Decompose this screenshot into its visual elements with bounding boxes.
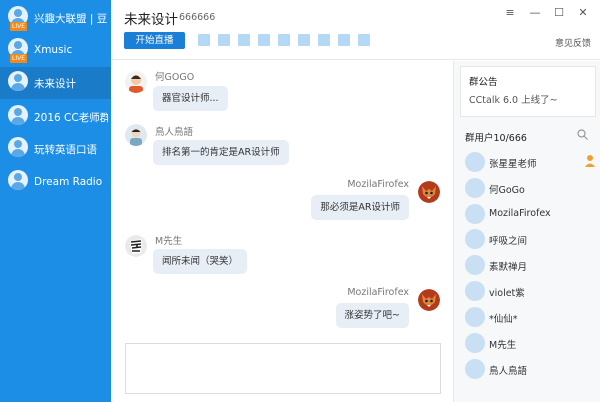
sidebar-item-label: Xmusic: [34, 44, 73, 56]
member-name: MozilaFirofex: [489, 208, 551, 219]
feedback-link[interactable]: 意见反馈: [555, 36, 591, 49]
toolbar-icon[interactable]: [298, 34, 310, 46]
member-avatar: [465, 333, 485, 353]
message-bubble: 涨姿势了吧~: [335, 303, 409, 328]
notice-title: 群公告: [469, 77, 498, 88]
sender-name: MozilaFirofex: [347, 179, 409, 190]
message-bubble: 排名第一的肯定是AR设计师: [153, 140, 289, 165]
member-item[interactable]: M先生: [465, 333, 595, 355]
toolbar-icon[interactable]: [318, 34, 330, 46]
group-panel: 群公告 CCtalk 6.0 上线了~ 群用户10/666 张星星老师 何GoG…: [453, 61, 600, 402]
sidebar-item-label: 玩转英语口语: [34, 143, 97, 156]
member-avatar: [465, 152, 485, 172]
member-name: *仙仙*: [489, 314, 518, 325]
member-avatar: [465, 178, 485, 198]
live-badge: LIVE: [10, 54, 28, 63]
member-item[interactable]: 张星星老师: [465, 152, 595, 174]
close-icon[interactable]: ✕: [576, 6, 590, 20]
member-name: M先生: [489, 340, 517, 351]
message-input[interactable]: [125, 343, 441, 394]
sender-name: 何GOGO: [155, 72, 195, 83]
toolbar-icon[interactable]: [218, 34, 230, 46]
sidebar-item-weilai-sheji[interactable]: 未来设计: [0, 67, 111, 99]
sidebar-item-label: 兴趣大联盟 | 豆...: [34, 12, 108, 25]
start-live-button[interactable]: 开始直播: [124, 32, 185, 49]
toolbar-icon[interactable]: [278, 34, 290, 46]
user-avatar[interactable]: [418, 181, 440, 203]
member-avatar: [465, 307, 485, 327]
member-item[interactable]: 素默禅月: [465, 255, 595, 277]
member-item[interactable]: violet紫: [465, 281, 595, 303]
sidebar-item-xingqu[interactable]: LIVE 兴趣大联盟 | 豆...: [0, 2, 111, 34]
group-avatar: [8, 105, 28, 125]
user-avatar[interactable]: [125, 71, 147, 93]
member-name: 张星星老师: [489, 159, 537, 170]
sidebar-item-xmusic[interactable]: LIVE Xmusic: [0, 34, 111, 66]
menu-icon[interactable]: ≡: [503, 6, 517, 20]
member-item[interactable]: *仙仙*: [465, 307, 595, 329]
member-name: 鳥人鳥語: [489, 366, 528, 377]
member-item[interactable]: 鳥人鳥語: [465, 359, 595, 381]
sender-name: M先生: [155, 236, 183, 247]
message-bubble: 闻所未闻（哭笑）: [153, 249, 248, 274]
group-avatar: [8, 137, 28, 157]
room-id: 666666: [179, 12, 216, 23]
member-name: 呼吸之间: [489, 236, 528, 247]
member-avatar: [465, 229, 485, 249]
sidebar: LIVE 兴趣大联盟 | 豆... LIVE Xmusic 未来设计 2016 …: [0, 0, 111, 402]
member-avatar: [465, 255, 485, 275]
message-bubble: 那必须是AR设计师: [311, 195, 409, 220]
member-item[interactable]: 呼吸之间: [465, 229, 595, 251]
toolbar-icon[interactable]: [198, 34, 210, 46]
member-avatar: [465, 281, 485, 301]
toolbar-icon[interactable]: [338, 34, 350, 46]
chat-header: 未来设计 666666 开始直播 ≡ — ☐ ✕ 意见反馈: [111, 0, 600, 60]
maximize-icon[interactable]: ☐: [552, 6, 566, 20]
user-avatar[interactable]: [125, 235, 147, 257]
member-item[interactable]: MozilaFirofex: [465, 204, 595, 226]
toolbar-icon[interactable]: [238, 34, 250, 46]
sidebar-item-label: 2016 CC老师群: [34, 111, 108, 124]
group-notice[interactable]: 群公告 CCtalk 6.0 上线了~: [460, 66, 596, 117]
sidebar-item-dream-radio[interactable]: Dream Radio: [0, 166, 111, 198]
group-avatar: [8, 71, 28, 91]
page-title: 未来设计: [124, 12, 178, 28]
member-name: violet紫: [489, 288, 525, 299]
sidebar-item-label: 未来设计: [34, 77, 76, 90]
sidebar-item-cc-teacher[interactable]: 2016 CC老师群: [0, 101, 111, 133]
chat-area: 何GOGO 器官设计师... 鳥人鳥語 排名第一的肯定是AR设计师 Mozila…: [111, 61, 453, 402]
notice-text: CCtalk 6.0 上线了~: [469, 95, 558, 106]
user-avatar[interactable]: [125, 124, 147, 146]
group-avatar: [8, 170, 28, 190]
member-avatar: [465, 204, 485, 224]
member-item[interactable]: 何GoGo: [465, 178, 595, 200]
sidebar-item-english[interactable]: 玩转英语口语: [0, 133, 111, 165]
live-badge: LIVE: [10, 22, 28, 31]
sender-name: 鳥人鳥語: [155, 127, 194, 138]
owner-icon: [585, 155, 595, 167]
members-count-title: 群用户10/666: [465, 133, 527, 144]
message-bubble: 器官设计师...: [153, 86, 228, 111]
member-avatar: [465, 359, 485, 379]
member-name: 何GoGo: [489, 185, 525, 196]
member-name: 素默禅月: [489, 262, 528, 273]
sender-name: MozilaFirofex: [347, 287, 409, 298]
minimize-icon[interactable]: —: [528, 6, 542, 20]
toolbar-icon[interactable]: [358, 34, 370, 46]
search-icon[interactable]: [577, 129, 588, 140]
sidebar-item-label: Dream Radio: [34, 176, 103, 188]
toolbar-icon[interactable]: [258, 34, 270, 46]
user-avatar[interactable]: [418, 289, 440, 311]
